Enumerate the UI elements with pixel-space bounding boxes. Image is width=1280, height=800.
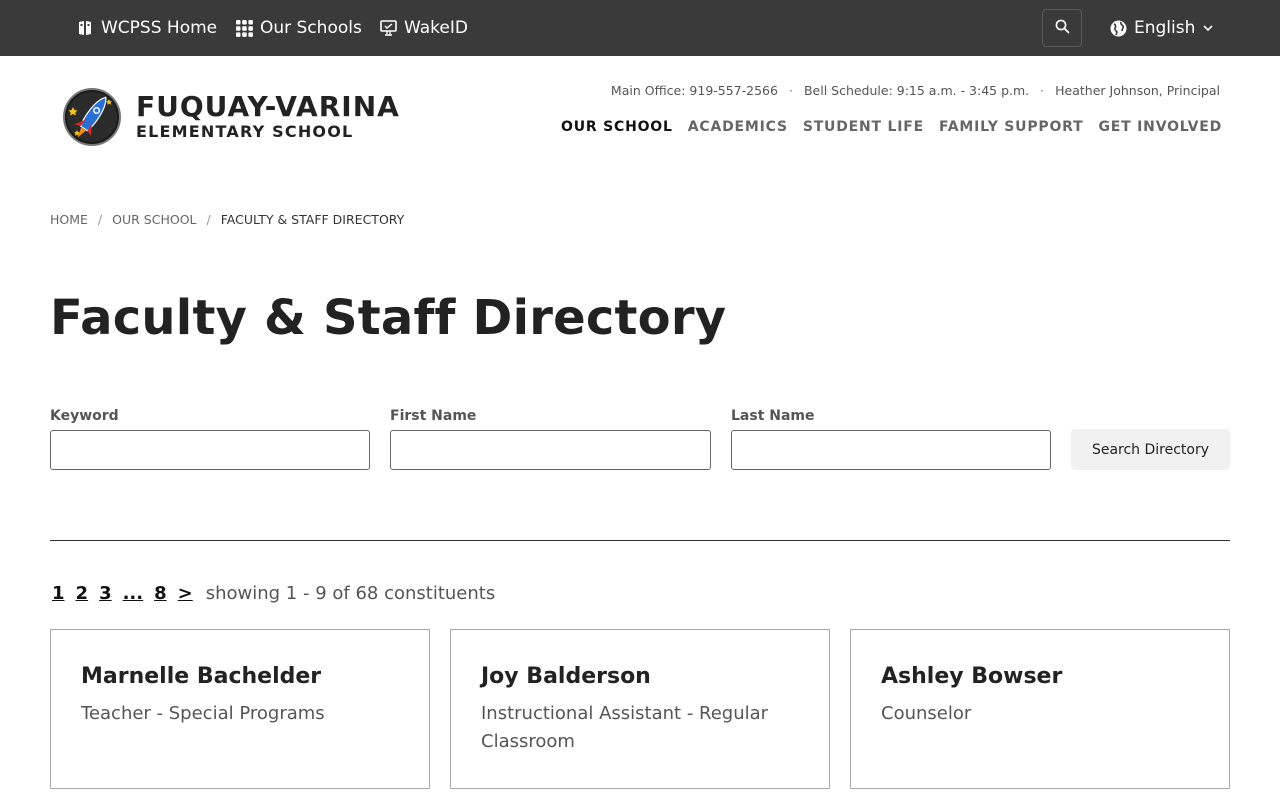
grid-icon <box>235 19 253 37</box>
language-selector[interactable]: English <box>1110 0 1213 56</box>
computer-icon <box>379 19 397 37</box>
page-link-8[interactable]: 8 <box>154 583 167 604</box>
language-label: English <box>1134 18 1196 38</box>
staff-name: Ashley Bowser <box>881 664 1063 689</box>
staff-name: Marnelle Bachelder <box>81 664 322 689</box>
page-link-1[interactable]: 1 <box>52 583 65 604</box>
info-separator: · <box>1040 83 1045 98</box>
keyword-label: Keyword <box>50 408 119 424</box>
divider <box>50 540 1230 541</box>
breadcrumb-home[interactable]: HOME <box>50 212 88 227</box>
school-name-line1: FUQUAY-VARINA <box>136 90 400 123</box>
school-logo[interactable] <box>59 87 125 147</box>
staff-card[interactable]: Marnelle Bachelder Teacher - Special Pro… <box>50 629 430 789</box>
page-link-next[interactable]: > <box>178 583 193 604</box>
first-name-label: First Name <box>390 408 477 424</box>
last-name-input[interactable] <box>731 430 1051 470</box>
page-title: Faculty & Staff Directory <box>50 290 727 346</box>
nav-academics[interactable]: ACADEMICS <box>688 119 788 135</box>
wcpss-home-label: WCPSS Home <box>101 18 218 38</box>
nav-our-school[interactable]: OUR SCHOOL <box>561 119 673 135</box>
page-link-2[interactable]: 2 <box>76 583 89 604</box>
keyword-input[interactable] <box>50 430 370 470</box>
info-separator: · <box>788 83 793 98</box>
staff-role: Instructional Assistant - Regular Classr… <box>481 703 769 752</box>
staff-card[interactable]: Joy Balderson Instructional Assistant - … <box>450 629 830 789</box>
last-name-label: Last Name <box>731 408 815 424</box>
search-directory-button[interactable]: Search Directory <box>1071 429 1230 470</box>
main-nav: OUR SCHOOL ACADEMICS STUDENT LIFE FAMILY… <box>546 119 1222 135</box>
our-schools-label: Our Schools <box>260 18 362 38</box>
staff-role: Counselor <box>881 703 972 724</box>
breadcrumb-our-school[interactable]: OUR SCHOOL <box>112 212 196 227</box>
bell-schedule: Bell Schedule: 9:15 a.m. - 3:45 p.m. <box>803 83 1030 98</box>
wcpss-home-link[interactable]: WCPSS Home <box>76 0 217 56</box>
main-office-phone[interactable]: Main Office: 919-557-2566 <box>611 83 778 98</box>
search-icon <box>1055 19 1070 38</box>
breadcrumb-current: FACULTY & STAFF DIRECTORY <box>220 212 405 227</box>
site-search-button[interactable] <box>1042 9 1082 47</box>
school-name[interactable]: FUQUAY-VARINA ELEMENTARY SCHOOL <box>136 90 400 140</box>
wakeid-link[interactable]: WakeID <box>379 0 468 56</box>
page-link-ellipsis[interactable]: ... <box>123 583 144 604</box>
pagination: 1 2 3 ... 8 > showing 1 - 9 of 68 consti… <box>52 583 495 604</box>
utility-bar: WCPSS Home Our Schools WakeID English <box>0 0 1280 56</box>
results-count: showing 1 - 9 of 68 constituents <box>205 583 496 604</box>
chevron-down-icon <box>1203 24 1213 32</box>
breadcrumb: HOME / OUR SCHOOL / FACULTY & STAFF DIRE… <box>50 212 404 227</box>
nav-family-support[interactable]: FAMILY SUPPORT <box>939 119 1083 135</box>
our-schools-link[interactable]: Our Schools <box>235 0 362 56</box>
globe-icon <box>1110 20 1127 37</box>
first-name-input[interactable] <box>390 430 711 470</box>
principal-name: Heather Johnson, Principal <box>1055 83 1220 98</box>
building-icon <box>76 19 94 37</box>
wakeid-label: WakeID <box>404 18 468 38</box>
school-info-line: Main Office: 919-557-2566 · Bell Schedul… <box>611 83 1220 98</box>
breadcrumb-separator: / <box>206 212 211 227</box>
page-link-3[interactable]: 3 <box>99 583 112 604</box>
school-name-line2: ELEMENTARY SCHOOL <box>136 122 354 141</box>
nav-student-life[interactable]: STUDENT LIFE <box>803 119 924 135</box>
staff-name: Joy Balderson <box>481 664 651 689</box>
staff-role: Teacher - Special Programs <box>81 703 325 724</box>
breadcrumb-separator: / <box>97 212 103 227</box>
nav-get-involved[interactable]: GET INVOLVED <box>1098 119 1222 135</box>
staff-card[interactable]: Ashley Bowser Counselor <box>850 629 1230 789</box>
